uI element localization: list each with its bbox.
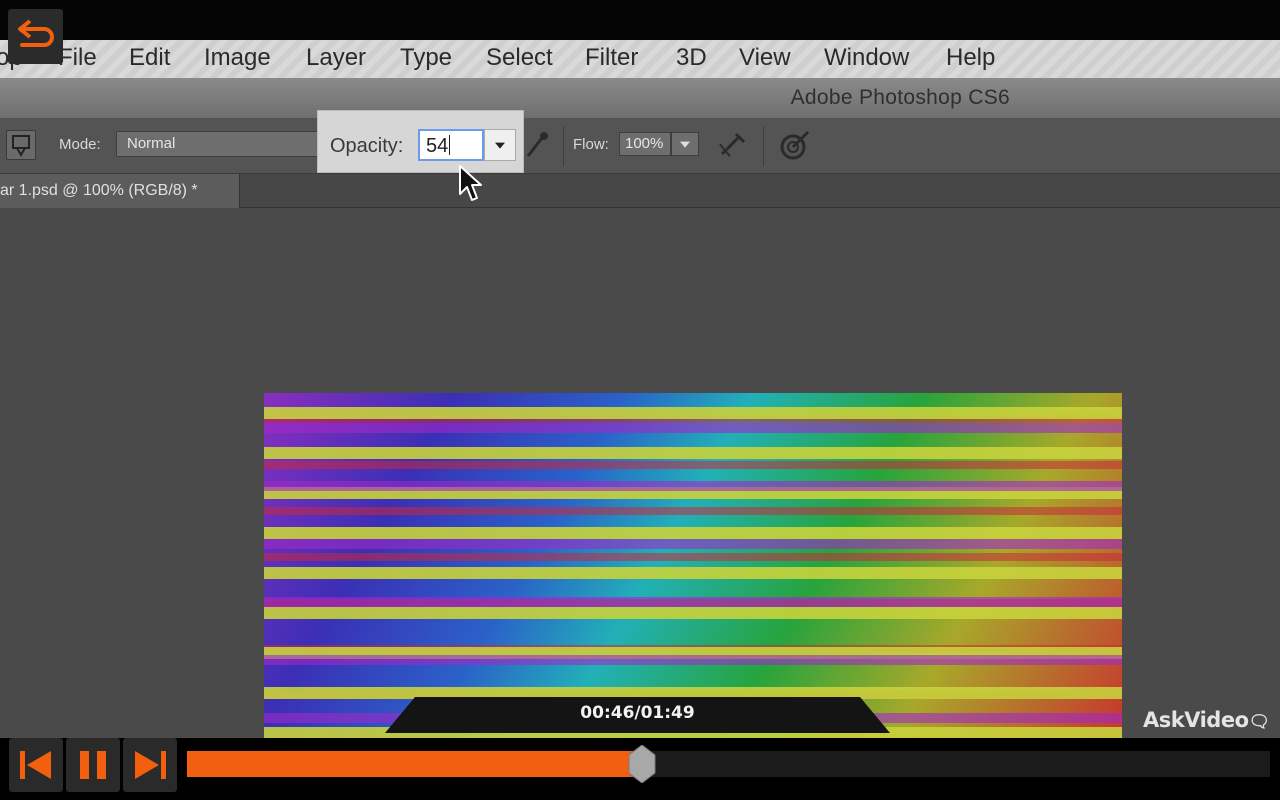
top-strip — [0, 0, 1280, 40]
seek-bar-progress — [187, 751, 642, 777]
return-arrow-icon — [14, 17, 58, 56]
menu-item-3d[interactable]: 3D — [676, 44, 707, 72]
seek-bar[interactable] — [187, 744, 1270, 784]
chevron-down-icon — [495, 142, 505, 149]
menu-item-filter[interactable]: Filter — [585, 44, 638, 72]
menu-item-type[interactable]: Type — [400, 44, 452, 72]
mode-label: Mode: — [59, 136, 101, 153]
airbrush-icon[interactable] — [524, 130, 550, 165]
opacity-label: Opacity: — [330, 135, 404, 157]
skip-forward-icon — [135, 751, 166, 779]
speech-bubble-icon: 🗨 — [1248, 712, 1271, 732]
opacity-control: Opacity: 54 — [317, 110, 524, 173]
menu-item-file[interactable]: File — [58, 44, 97, 72]
pause-button[interactable] — [66, 738, 120, 792]
chevron-down-icon — [680, 141, 690, 148]
back-button[interactable] — [8, 9, 63, 64]
flow-dropdown-button[interactable] — [671, 132, 699, 156]
previous-button[interactable] — [9, 738, 63, 792]
document-tab-bar: ar 1.psd @ 100% (RGB/8) * — [0, 174, 1280, 208]
pressure-size-icon[interactable] — [778, 128, 812, 167]
opacity-input[interactable]: 54 — [418, 129, 484, 161]
flow-input[interactable]: 100% — [619, 132, 671, 156]
menu-item-image[interactable]: Image — [204, 44, 271, 72]
time-badge: 00:46/01:49 — [385, 695, 890, 735]
menu-item-help[interactable]: Help — [946, 44, 995, 72]
flow-label: Flow: — [573, 136, 609, 153]
menu-item-edit[interactable]: Edit — [129, 44, 170, 72]
tool-preset-button[interactable] — [6, 130, 36, 160]
skip-back-icon — [20, 751, 51, 779]
next-button[interactable] — [123, 738, 177, 792]
document-tab[interactable]: ar 1.psd @ 100% (RGB/8) * — [0, 174, 240, 208]
menu-item-window[interactable]: Window — [824, 44, 909, 72]
playback-time: 00:46/01:49 — [580, 703, 695, 723]
menu-item-layer[interactable]: Layer — [306, 44, 366, 72]
seek-bar-thumb[interactable] — [628, 744, 656, 784]
menu-bar: op File Edit Image Layer Type Select Fil… — [0, 40, 1280, 78]
askvideo-logo: AskVideo🗨 — [1143, 708, 1270, 732]
opacity-value: 54 — [426, 135, 449, 157]
menu-item-select[interactable]: Select — [486, 44, 553, 72]
mouse-pointer-icon — [458, 164, 484, 209]
pause-icon — [80, 751, 106, 779]
brush-preset-icon — [12, 135, 30, 158]
document-tab-label: ar 1.psd @ 100% (RGB/8) * — [0, 182, 198, 199]
mode-select[interactable]: Normal — [116, 131, 326, 157]
player-controls — [0, 738, 1280, 800]
divider — [763, 126, 764, 166]
title-bar: Adobe Photoshop CS6 — [0, 78, 1280, 118]
airbrush-toggle-icon[interactable] — [716, 130, 748, 165]
opacity-dropdown-button[interactable] — [484, 129, 516, 161]
window-title: Adobe Photoshop CS6 — [790, 86, 1010, 109]
options-bar: Mode: Normal Flow: 100% — [0, 118, 1280, 174]
text-caret — [449, 135, 451, 155]
brand-label: AskVideo — [1143, 708, 1249, 732]
menu-item-view[interactable]: View — [739, 44, 791, 72]
divider — [563, 126, 564, 166]
